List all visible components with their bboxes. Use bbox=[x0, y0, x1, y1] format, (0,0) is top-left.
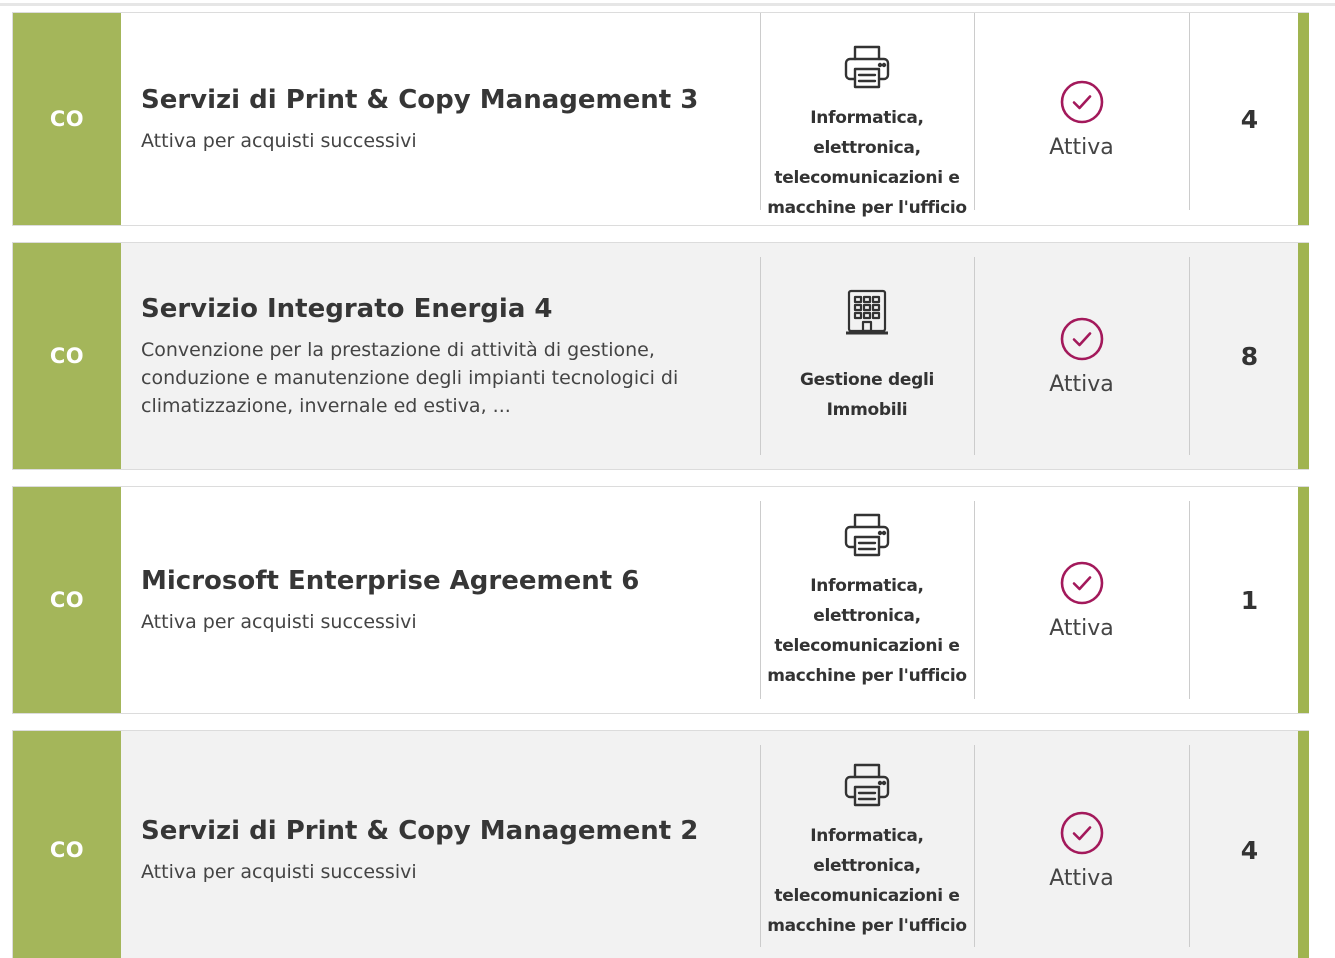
type-badge: CO bbox=[13, 243, 121, 469]
status-label: Attiva bbox=[1049, 615, 1114, 641]
agreement-info: Servizio Integrato Energia 4 Convenzione… bbox=[121, 243, 760, 469]
check-circle-icon bbox=[1059, 560, 1105, 606]
status-label: Attiva bbox=[1049, 865, 1114, 891]
status-cell: Attiva bbox=[974, 243, 1189, 469]
agreement-row[interactable]: CO Servizio Integrato Energia 4 Convenzi… bbox=[12, 242, 1309, 470]
count-value: 4 bbox=[1240, 104, 1259, 134]
status-cell: Attiva bbox=[974, 731, 1189, 958]
printer-icon bbox=[841, 509, 893, 561]
agreement-row[interactable]: CO Microsoft Enterprise Agreement 6 Atti… bbox=[12, 486, 1309, 714]
agreement-description: Attiva per acquisti successivi bbox=[141, 130, 417, 152]
agreement-row[interactable]: CO Servizi di Print & Copy Management 3 … bbox=[12, 12, 1309, 226]
agreement-title[interactable]: Servizi di Print & Copy Management 3 bbox=[141, 83, 730, 117]
agreement-title[interactable]: Servizi di Print & Copy Management 2 bbox=[141, 814, 730, 848]
agreement-title[interactable]: Microsoft Enterprise Agreement 6 bbox=[141, 564, 730, 598]
category-cell: Informatica, elettronica, telecomunicazi… bbox=[760, 731, 974, 958]
status-label: Attiva bbox=[1049, 371, 1114, 397]
printer-icon bbox=[841, 41, 893, 93]
agreement-info: Servizi di Print & Copy Management 3 Att… bbox=[121, 13, 760, 225]
agreement-info: Servizi di Print & Copy Management 2 Att… bbox=[121, 731, 760, 958]
agreement-description: Attiva per acquisti successivi bbox=[141, 611, 417, 633]
status-cell: Attiva bbox=[974, 13, 1189, 225]
category-cell: Informatica, elettronica, telecomunicazi… bbox=[760, 487, 974, 713]
agreement-title[interactable]: Servizio Integrato Energia 4 bbox=[141, 292, 730, 326]
agreement-description: Attiva per acquisti successivi bbox=[141, 861, 417, 883]
status-label: Attiva bbox=[1049, 134, 1114, 160]
check-circle-icon bbox=[1059, 79, 1105, 125]
agreement-row[interactable]: CO Servizi di Print & Copy Management 2 … bbox=[12, 730, 1309, 958]
agreements-list: CO Servizi di Print & Copy Management 3 … bbox=[0, 0, 1335, 958]
count-cell: 1 bbox=[1189, 487, 1309, 713]
type-badge: CO bbox=[13, 13, 121, 225]
status-cell: Attiva bbox=[974, 487, 1189, 713]
type-badge: CO bbox=[13, 731, 121, 958]
category-cell: Informatica, elettronica, telecomunicazi… bbox=[760, 13, 974, 225]
count-value: 4 bbox=[1240, 835, 1259, 865]
type-badge: CO bbox=[13, 487, 121, 713]
check-circle-icon bbox=[1059, 810, 1105, 856]
count-cell: 4 bbox=[1189, 13, 1309, 225]
agreement-info: Microsoft Enterprise Agreement 6 Attiva … bbox=[121, 487, 760, 713]
count-value: 1 bbox=[1240, 585, 1259, 615]
category-label: Informatica, elettronica, telecomunicazi… bbox=[767, 576, 967, 686]
count-cell: 4 bbox=[1189, 731, 1309, 958]
category-label: Informatica, elettronica, telecomunicazi… bbox=[767, 826, 967, 936]
building-icon bbox=[841, 287, 893, 339]
category-cell: Gestione degli Immobili bbox=[760, 243, 974, 469]
divider bbox=[0, 3, 1335, 6]
category-label: Gestione degli Immobili bbox=[799, 370, 935, 420]
category-label: Informatica, elettronica, telecomunicazi… bbox=[767, 108, 967, 218]
check-circle-icon bbox=[1059, 316, 1105, 362]
agreement-description: Convenzione per la prestazione di attivi… bbox=[141, 339, 679, 417]
count-cell: 8 bbox=[1189, 243, 1309, 469]
printer-icon bbox=[841, 759, 893, 811]
count-value: 8 bbox=[1240, 341, 1259, 371]
